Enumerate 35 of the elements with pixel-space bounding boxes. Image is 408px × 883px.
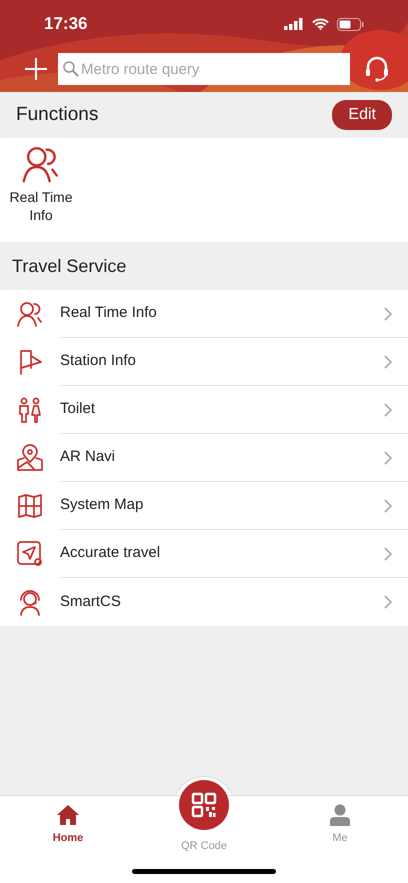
navigation-icon — [16, 540, 44, 568]
menu-item[interactable]: System Map — [60, 494, 144, 517]
function-label[interactable]: Real Time Info — [6, 188, 76, 224]
signal-icon — [284, 18, 304, 30]
menu-item[interactable]: AR Navi — [60, 446, 116, 469]
people-icon — [21, 144, 61, 184]
section-title: Functions — [16, 102, 98, 127]
search-field[interactable]: Metro route query — [58, 53, 350, 85]
menu-item[interactable]: Accurate travel — [60, 542, 160, 565]
home-icon — [56, 804, 80, 826]
edit-button[interactable]: Edit — [332, 100, 392, 130]
chevron-icon — [384, 546, 392, 560]
wifi-icon — [312, 18, 329, 30]
headset-icon[interactable] — [364, 55, 390, 83]
toilet-icon — [16, 396, 44, 424]
folded-map-icon — [16, 492, 44, 520]
battery-icon — [337, 18, 364, 30]
chevron-icon — [384, 450, 392, 464]
tab[interactable]: Home — [23, 804, 113, 846]
chevron-icon — [384, 354, 392, 368]
menu-item[interactable]: Real Time Info — [60, 302, 157, 325]
section-title: Travel Service — [12, 254, 126, 278]
chevron-icon — [384, 402, 392, 416]
status-time: 17:36 — [44, 13, 88, 36]
menu-item[interactable]: SmartCS — [60, 590, 121, 614]
map-pin-icon — [16, 444, 44, 472]
person-icon — [330, 804, 350, 826]
chevron-icon — [384, 306, 392, 320]
people-icon — [16, 300, 44, 328]
chevron-icon — [384, 498, 392, 512]
chevron-icon — [384, 595, 392, 609]
plus-icon[interactable] — [24, 57, 48, 81]
menu-item[interactable]: Toilet — [60, 398, 96, 421]
search-icon — [62, 60, 80, 78]
menu-item[interactable]: Station Info — [60, 350, 136, 373]
